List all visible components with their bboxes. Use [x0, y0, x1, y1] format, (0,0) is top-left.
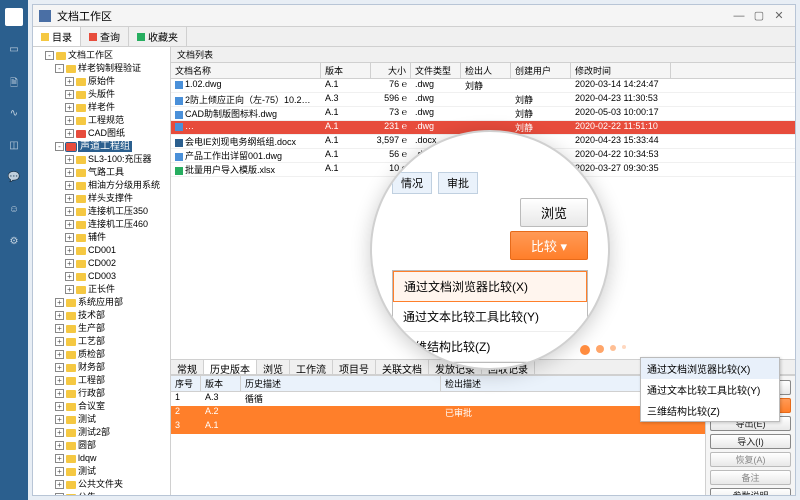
col-type[interactable]: 文件类型 [411, 63, 461, 78]
min-button[interactable]: — [729, 10, 749, 22]
tab-search[interactable]: 查询 [81, 27, 129, 46]
window-title: 文档工作区 [57, 8, 729, 24]
app-sidebar: ▭ 🗎 ∿ ◫ 💬 ☺ ⚙ [0, 0, 28, 500]
titlebar: 文档工作区 — ▢ ✕ [33, 5, 795, 27]
col-name[interactable]: 文档名称 [171, 63, 321, 78]
detail-tab[interactable]: 项目号 [333, 360, 376, 374]
menu-item-text-compare[interactable]: 通过文本比较工具比较(Y) [641, 379, 779, 400]
toolbar: 目录 查询 收藏夹 [33, 27, 795, 47]
max-button[interactable]: ▢ [749, 9, 769, 22]
menu-item-browser-compare[interactable]: 通过文档浏览器比较(X) [641, 358, 779, 379]
zoom-indicator [580, 345, 626, 355]
lens-col2: 审批 [438, 172, 478, 194]
col-time[interactable]: 修改时间 [571, 63, 671, 78]
user-icon[interactable]: ☺ [7, 204, 21, 218]
chart-icon[interactable]: ∿ [7, 108, 21, 122]
list-header: 文档列表 [171, 47, 795, 63]
lens-browse-button[interactable]: 浏览 [520, 198, 588, 227]
file-row[interactable]: 1.02.dwgA.176 ℮.dwg刘静2020-03-14 14:24:47 [171, 79, 795, 93]
doc-icon[interactable]: 🗎 [7, 76, 21, 90]
history-row[interactable]: 3A.1 [171, 420, 705, 434]
history-table: 序号 版本 历史描述 检出描述 审阅意见 1A.3循循2A.2已审批3A.1 [171, 376, 705, 495]
detail-tab[interactable]: 浏览 [257, 360, 290, 374]
file-row[interactable]: CAD助制版图标料.dwgA.173 ℮.dwg刘静2020-05-03 10:… [171, 107, 795, 121]
note-button[interactable]: 备注 [710, 470, 791, 485]
history-row[interactable]: 1A.3循循 [171, 392, 705, 406]
param-button[interactable]: 参数说明 [710, 488, 791, 495]
col-size[interactable]: 大小 [371, 63, 411, 78]
cube-icon[interactable]: ◫ [7, 140, 21, 154]
col-out[interactable]: 检出人 [461, 63, 511, 78]
app-icon [39, 10, 51, 22]
zoom-lens: 情况 审批 浏览 比较 ▾ 通过文档浏览器比较(X) 通过文本比较工具比较(Y)… [370, 130, 610, 370]
col-ver[interactable]: 版本 [321, 63, 371, 78]
lens-compare-menu: 通过文档浏览器比较(X) 通过文本比较工具比较(Y) 三维结构比较(Z) [392, 270, 588, 363]
lens-menu-text[interactable]: 通过文本比较工具比较(Y) [393, 302, 587, 332]
history-row[interactable]: 2A.2已审批 [171, 406, 705, 420]
close-button[interactable]: ✕ [769, 9, 789, 22]
tab-fav[interactable]: 收藏夹 [129, 27, 187, 46]
restore-button[interactable]: 恢复(A) [710, 452, 791, 467]
chat-icon[interactable]: 💬 [7, 172, 21, 186]
import-button[interactable]: 导入(I) [710, 434, 791, 449]
folder-tree[interactable]: -文档工作区-样老钩制程验证+原始件+头版件+样老件+工程规范+CAD图纸-声道… [33, 47, 171, 495]
avatar[interactable] [5, 8, 23, 26]
lens-col1: 情况 [392, 172, 432, 194]
tab-dir[interactable]: 目录 [33, 27, 81, 46]
compare-menu-small: 通过文档浏览器比较(X) 通过文本比较工具比较(Y) 三维结构比较(Z) [640, 357, 780, 422]
monitor-icon[interactable]: ▭ [7, 44, 21, 58]
detail-tab[interactable]: 历史版本 [204, 360, 257, 374]
lens-menu-browser[interactable]: 通过文档浏览器比较(X) [393, 271, 587, 302]
col-user[interactable]: 创建用户 [511, 63, 571, 78]
detail-tab[interactable]: 常规 [171, 360, 204, 374]
lens-menu-3d[interactable]: 三维结构比较(Z) [393, 332, 587, 362]
menu-item-3d-compare[interactable]: 三维结构比较(Z) [641, 400, 779, 421]
detail-tab[interactable]: 工作流 [290, 360, 333, 374]
file-row[interactable]: 2防上倾应正向（左-75）10.2…A.3596 ℮.dwg刘静2020-04-… [171, 93, 795, 107]
settings-icon[interactable]: ⚙ [7, 236, 21, 250]
lens-compare-button[interactable]: 比较 ▾ [510, 231, 588, 260]
